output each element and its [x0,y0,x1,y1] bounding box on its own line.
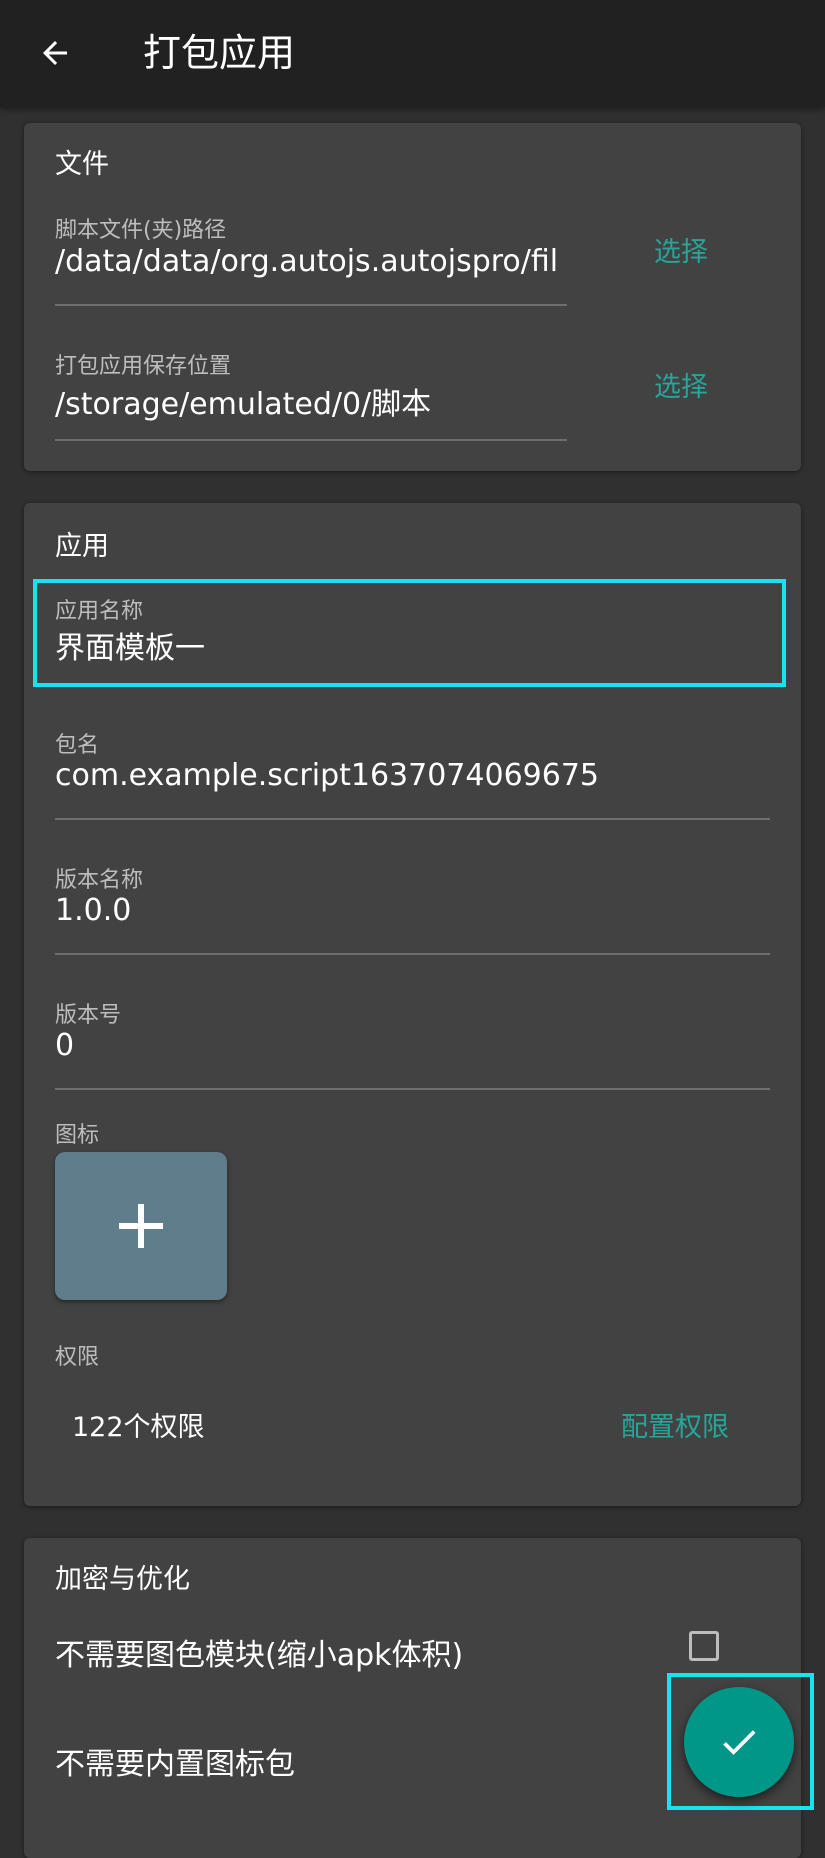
file-section-title: 文件 [55,149,109,180]
icon-picker-button[interactable] [55,1152,227,1300]
file-card: 文件 脚本文件(夹)路径 /data/data/org.autojs.autoj… [24,123,801,471]
version-code-label: 版本号 [55,1003,122,1028]
page-title: 打包应用 [143,31,296,75]
save-path-input[interactable]: /storage/emulated/0/脚本 [55,379,567,423]
confirm-fab[interactable] [684,1687,794,1797]
package-name-label: 包名 [55,733,100,758]
option-no-icon-pack-label: 不需要内置图标包 [55,1747,295,1782]
script-path-label: 脚本文件(夹)路径 [55,218,227,243]
encrypt-section-title: 加密与优化 [55,1564,190,1595]
script-path-underline [55,304,567,306]
check-icon [723,1730,756,1755]
version-name-label: 版本名称 [55,868,144,893]
version-code-input[interactable]: 0 [55,1028,74,1063]
configure-permissions-button[interactable]: 配置权限 [621,1405,729,1444]
app-bar: 打包应用 [0,0,825,107]
permissions-summary: 122个权限 [72,1412,205,1443]
app-name-input[interactable]: 界面模板一 [55,623,205,667]
no-image-module-checkbox[interactable] [689,1631,719,1661]
icon-label: 图标 [55,1123,100,1148]
app-name-label: 应用名称 [55,599,144,624]
version-name-input[interactable]: 1.0.0 [55,893,131,928]
arrow-back-icon [43,41,67,65]
save-path-underline [55,439,567,441]
permissions-label: 权限 [55,1345,100,1370]
option-no-image-module-label: 不需要图色模块(缩小apk体积) [55,1638,464,1673]
save-path-label: 打包应用保存位置 [55,354,232,379]
app-section-title: 应用 [55,531,109,562]
app-card: 应用 应用名称 界面模板一 包名 com.example.script16370… [24,503,801,1506]
version-code-underline [55,1088,770,1090]
script-path-input[interactable]: /data/data/org.autojs.autojspro/fil [55,244,567,279]
select-save-path-button[interactable]: 选择 [654,365,708,404]
plus-icon [119,1204,163,1248]
version-name-underline [55,953,770,955]
back-button[interactable] [30,30,80,76]
package-name-input[interactable]: com.example.script1637074069675 [55,758,599,793]
select-script-button[interactable]: 选择 [654,230,708,269]
package-name-underline [55,818,770,820]
